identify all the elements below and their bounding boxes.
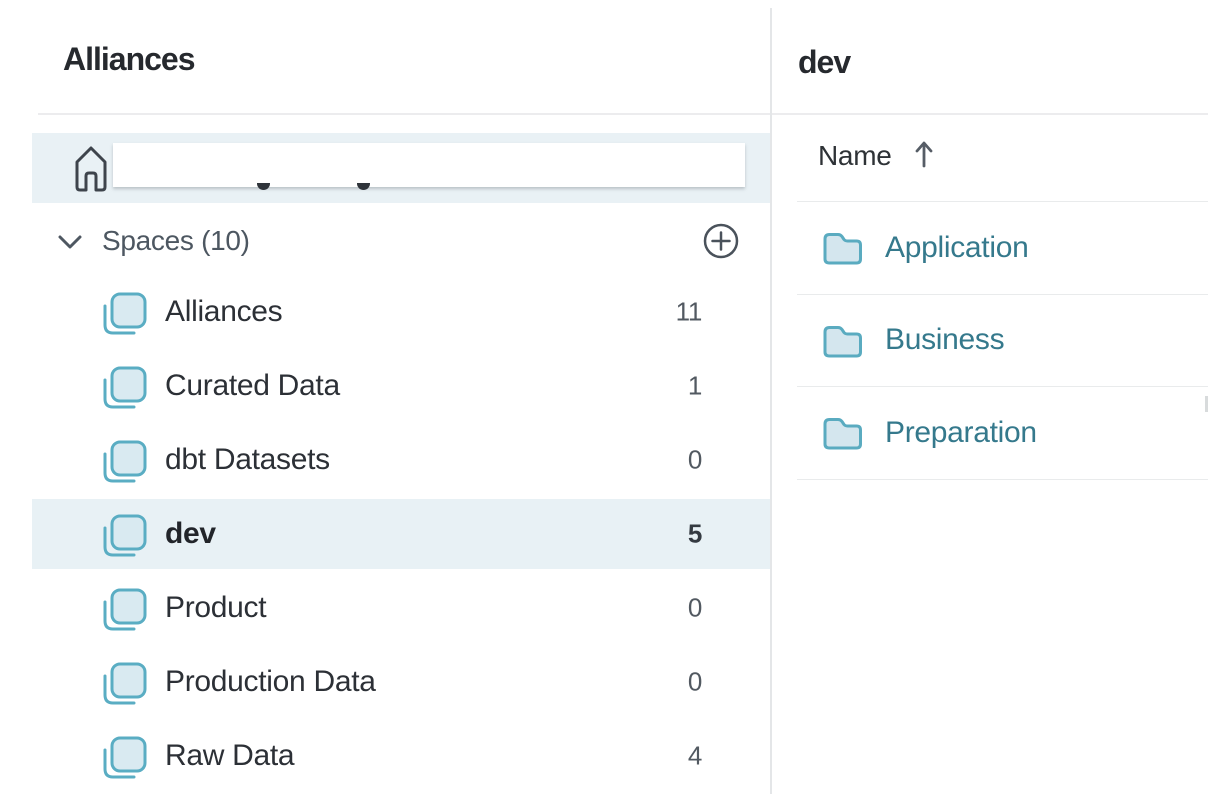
folder-name-link[interactable]: Application — [885, 231, 1028, 265]
folder-icon — [822, 414, 864, 452]
clipped-edge-artifact — [1205, 396, 1208, 412]
space-icon — [99, 436, 147, 484]
header-divider — [38, 113, 1208, 115]
redaction-artifact — [257, 183, 270, 190]
catalog-browser: Alliances Spaces (10) — [0, 0, 1208, 794]
add-space-button[interactable] — [702, 222, 740, 260]
space-icon — [99, 732, 147, 780]
sort-arrow-up-icon — [914, 139, 934, 174]
space-icon — [99, 584, 147, 632]
home-icon — [74, 144, 108, 194]
spaces-section-label: Spaces (10) — [102, 225, 250, 257]
space-icon — [99, 510, 147, 558]
redacted-home-label — [113, 143, 745, 187]
space-name: dbt Datasets — [165, 443, 330, 477]
spaces-section-header: Spaces (10) — [32, 222, 770, 260]
redaction-artifact — [357, 183, 370, 190]
space-icon — [99, 288, 147, 336]
sidebar-space-row[interactable]: Raw Data 4 — [32, 721, 770, 791]
name-column-header[interactable]: Name — [818, 139, 934, 173]
name-header-label: Name — [818, 140, 892, 172]
space-name: Alliances — [165, 295, 282, 329]
sidebar-space-row[interactable]: dev 5 — [32, 499, 770, 569]
home-item[interactable] — [32, 133, 770, 203]
space-name: Raw Data — [165, 739, 294, 773]
folder-table: Application Business Preparation — [797, 201, 1208, 480]
space-dataset-count: 1 — [688, 371, 702, 402]
folder-table-row[interactable]: Application — [797, 202, 1208, 295]
sidebar-space-row[interactable]: Alliances 11 — [32, 277, 770, 347]
space-dataset-count: 4 — [688, 741, 702, 772]
folder-table-row[interactable]: Business — [797, 295, 1208, 388]
right-panel-title: dev — [798, 44, 850, 81]
folder-name-link[interactable]: Preparation — [885, 416, 1037, 450]
sidebar-space-row[interactable]: Production Data 0 — [32, 647, 770, 717]
space-dataset-count: 0 — [688, 445, 702, 476]
folder-table-row[interactable]: Preparation — [797, 387, 1208, 480]
panel-divider — [770, 8, 772, 794]
left-panel-title: Alliances — [63, 41, 195, 78]
space-dataset-count: 0 — [688, 593, 702, 624]
folder-name-link[interactable]: Business — [885, 323, 1004, 357]
space-icon — [99, 362, 147, 410]
sidebar-space-row[interactable]: Curated Data 1 — [32, 351, 770, 421]
space-icon — [99, 658, 147, 706]
folder-icon — [822, 229, 864, 267]
sidebar-space-row[interactable]: dbt Datasets 0 — [32, 425, 770, 495]
space-name: Curated Data — [165, 369, 340, 403]
folder-icon — [822, 322, 864, 360]
space-name: Product — [165, 591, 266, 625]
space-name: dev — [165, 517, 216, 551]
space-dataset-count: 11 — [676, 297, 702, 328]
space-name: Production Data — [165, 665, 376, 699]
space-dataset-count: 0 — [688, 667, 702, 698]
chevron-down-icon[interactable] — [58, 235, 82, 249]
space-dataset-count: 5 — [688, 519, 702, 550]
sidebar-space-row[interactable]: Product 0 — [32, 573, 770, 643]
